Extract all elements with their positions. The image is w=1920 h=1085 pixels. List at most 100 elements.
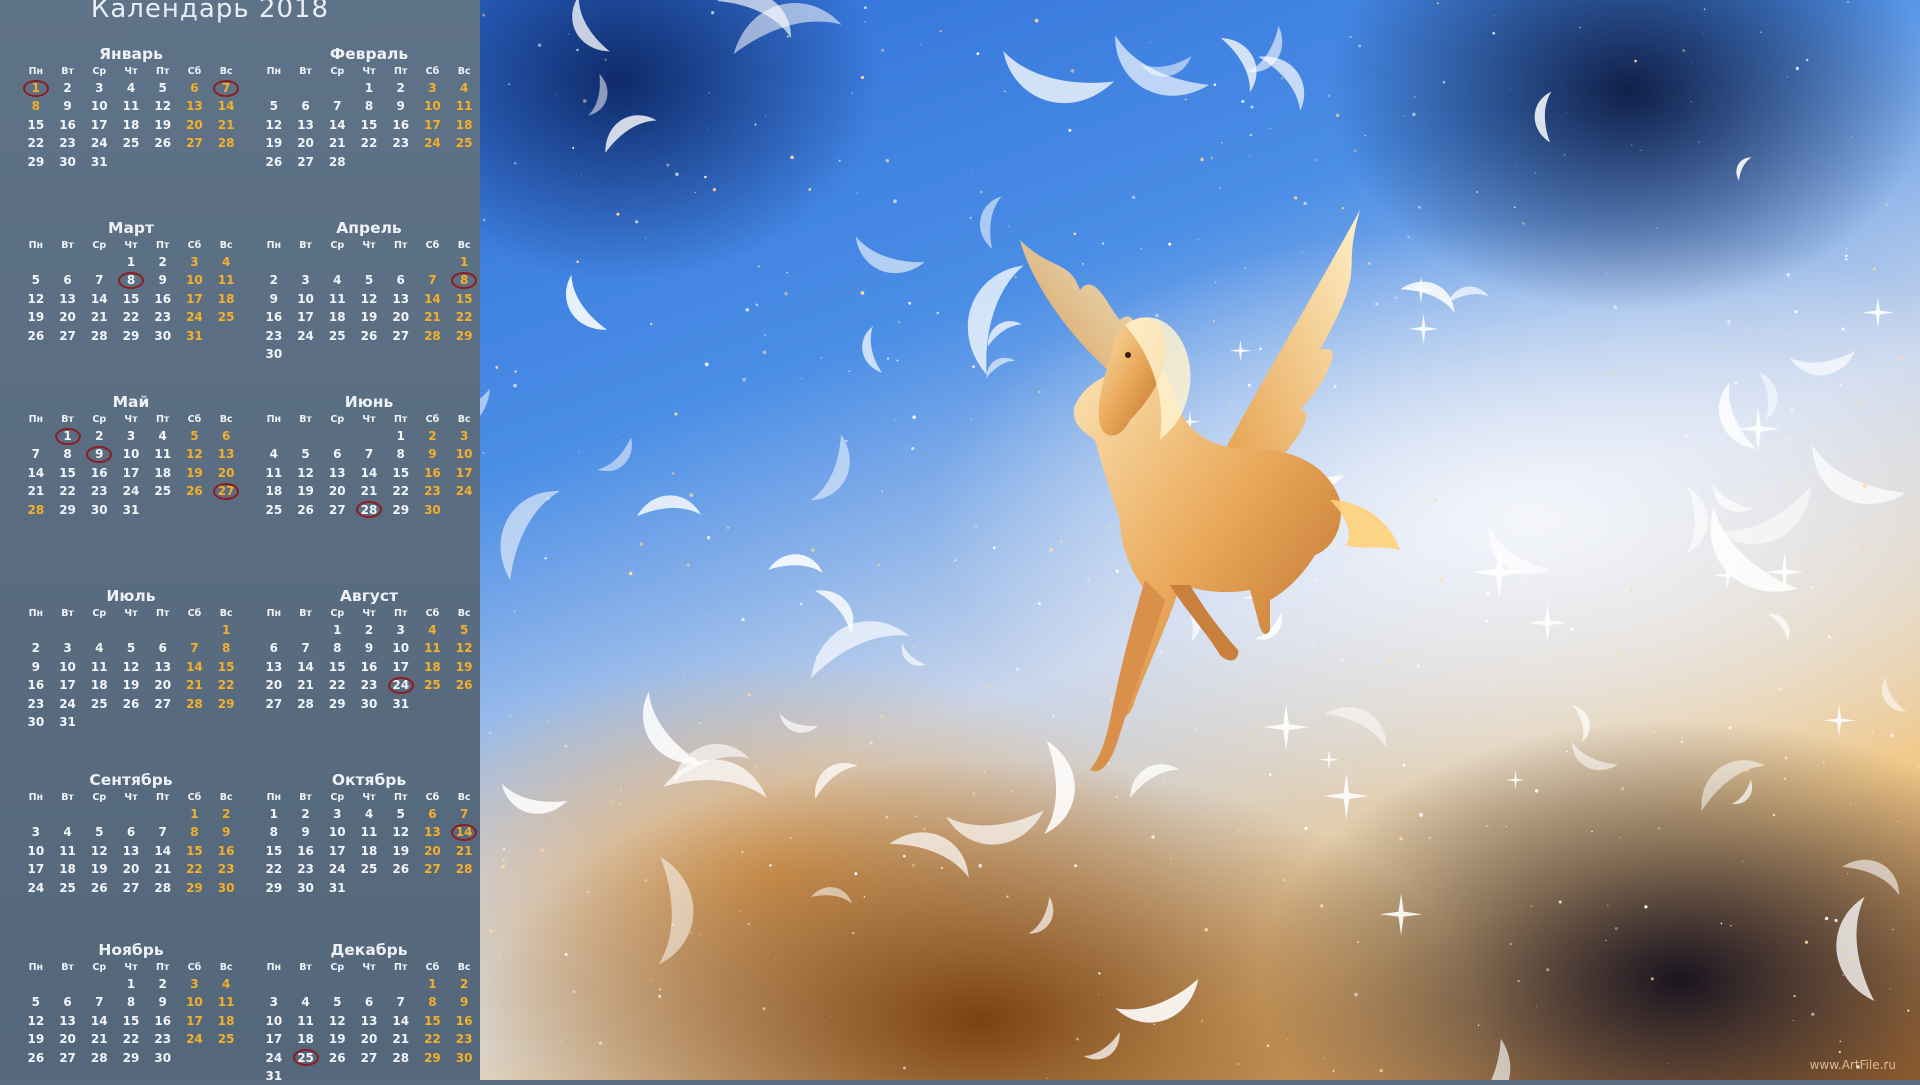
- weekday-header: Ср: [92, 792, 107, 803]
- weekday-header-row: Пн Вт Ср Чт Пт Сб Вс: [258, 960, 480, 975]
- day-cell: 9: [428, 447, 437, 462]
- week-row: 10 11 12 13 14 15 16: [20, 842, 242, 860]
- day-cell: 16: [90, 465, 108, 480]
- day-cell: 10: [27, 843, 45, 858]
- watermark: www.ArtFile.ru: [1809, 1058, 1896, 1072]
- day-cell: 14: [360, 465, 378, 480]
- day-cell: 20: [392, 310, 410, 325]
- day-cell: 8: [428, 995, 437, 1010]
- day-cell: 25: [455, 136, 473, 151]
- day-cell: 10: [297, 291, 314, 306]
- day-cell: 28: [217, 136, 235, 151]
- weekday-header: Пт: [393, 240, 408, 251]
- empty-day-cell: [179, 713, 211, 731]
- day-cell: 10: [424, 99, 441, 114]
- day-cell: 24: [265, 1050, 283, 1065]
- weekday-header: Вт: [61, 240, 74, 251]
- week-row: 29 30 31: [20, 153, 242, 171]
- day-cell: 30: [27, 714, 45, 729]
- day-cell: 15: [27, 117, 45, 132]
- weekday-header: Ср: [92, 608, 107, 619]
- day-cell: 28: [90, 1050, 108, 1065]
- day-cell: 9: [221, 825, 231, 840]
- day-cell: 14: [90, 1013, 108, 1028]
- day-cell: 1: [364, 81, 374, 95]
- day-cell: 9: [83, 445, 115, 464]
- day-cell: 11: [59, 843, 76, 858]
- day-cell: 3: [126, 429, 136, 443]
- day-cell: 13: [154, 659, 172, 674]
- week-row: 12 13 14 15 16 17 18: [20, 290, 242, 308]
- day-cell: 15: [360, 117, 378, 132]
- day-cell: 6: [63, 273, 72, 288]
- day-cell: 15: [122, 291, 140, 306]
- day-cell: 30: [154, 1050, 172, 1065]
- day-cell: 22: [186, 862, 203, 877]
- day-cell: 30: [59, 154, 76, 169]
- day-cell: 23: [297, 862, 314, 877]
- weekday-header: Вт: [61, 792, 74, 803]
- weekday-header: Пн: [28, 792, 44, 803]
- week-row: 28 29 30 31: [20, 501, 242, 519]
- day-cell: 9: [158, 995, 167, 1010]
- day-cell: 20: [217, 465, 235, 480]
- day-cell: 11: [217, 995, 235, 1010]
- month-2: Февраль Пн Вт Ср Чт Пт Сб Вс 1 2 3 4 5 6 7 8 9 10 11 12 13 14…: [258, 44, 480, 171]
- month-name: Ноябрь: [98, 941, 164, 959]
- day-cell: 7: [396, 995, 405, 1010]
- day-cell: 4: [333, 273, 342, 288]
- day-cell: 30: [455, 1050, 473, 1065]
- day-cell: 25: [265, 502, 283, 517]
- day-cell: 25: [360, 862, 378, 877]
- day-cell: 15: [265, 843, 283, 858]
- day-cell: 19: [27, 310, 45, 325]
- day-cell: 25: [328, 328, 346, 343]
- day-cell: 15: [392, 465, 410, 480]
- day-cell: 8: [115, 271, 147, 290]
- day-cell: 5: [396, 807, 405, 821]
- week-row: 21 22 23 24 25 26 27: [20, 482, 242, 501]
- day-cell: 11: [455, 99, 473, 114]
- empty-day-cell: [448, 1067, 480, 1085]
- weekday-header: Вс: [457, 608, 471, 619]
- day-cell: 26: [360, 328, 378, 343]
- day-cell: 3: [31, 825, 41, 840]
- day-cell: 2: [396, 81, 405, 95]
- day-cell: 11: [90, 659, 108, 674]
- day-cell: 3: [333, 807, 342, 821]
- empty-day-cell: [353, 975, 385, 993]
- day-cell: 10: [328, 825, 346, 840]
- day-cell: 20: [122, 862, 140, 877]
- week-row: 1 2 3 4 5: [258, 621, 480, 639]
- day-cell: 2: [158, 977, 167, 991]
- day-cell: 24: [424, 136, 441, 151]
- day-cell: 14: [154, 843, 172, 858]
- week-row: 7 8 9 10 11 12 13: [20, 445, 242, 464]
- empty-day-cell: [321, 253, 353, 271]
- week-row: 26 27 28 29 30: [20, 1049, 242, 1067]
- empty-day-cell: [353, 427, 385, 445]
- weekday-header: Пн: [266, 962, 282, 973]
- day-cell: 13: [392, 291, 410, 306]
- day-cell: 17: [122, 465, 140, 480]
- day-cell: 20: [59, 1032, 76, 1047]
- weekday-header: Чт: [362, 66, 376, 77]
- week-row: 1234567: [258, 805, 480, 823]
- day-cell: 2: [95, 429, 104, 443]
- week-row: 1234567: [20, 79, 242, 98]
- empty-day-cell: [290, 1067, 322, 1085]
- day-cell: 9: [63, 99, 72, 114]
- weekday-header: Сб: [187, 792, 202, 803]
- day-cell: 26: [328, 1050, 346, 1065]
- day-cell: 22: [455, 310, 473, 325]
- day-cell: 6: [63, 995, 72, 1010]
- month-9: Сентябрь Пн Вт Ср Чт Пт Сб Вс 1 2 3 4 5 6 7 8 9 10 11 12 13 1…: [20, 770, 242, 897]
- day-cell: 23: [90, 484, 108, 499]
- day-cell: 19: [328, 1032, 346, 1047]
- day-cell: 9: [364, 641, 374, 656]
- week-row: 9 10 11 12 13 14 15: [20, 658, 242, 676]
- week-row: 12 13 14 15 16 17 18: [20, 1012, 242, 1030]
- day-cell: 6: [301, 99, 310, 114]
- day-cell: 20: [297, 136, 314, 151]
- weekday-header: Вс: [219, 792, 233, 803]
